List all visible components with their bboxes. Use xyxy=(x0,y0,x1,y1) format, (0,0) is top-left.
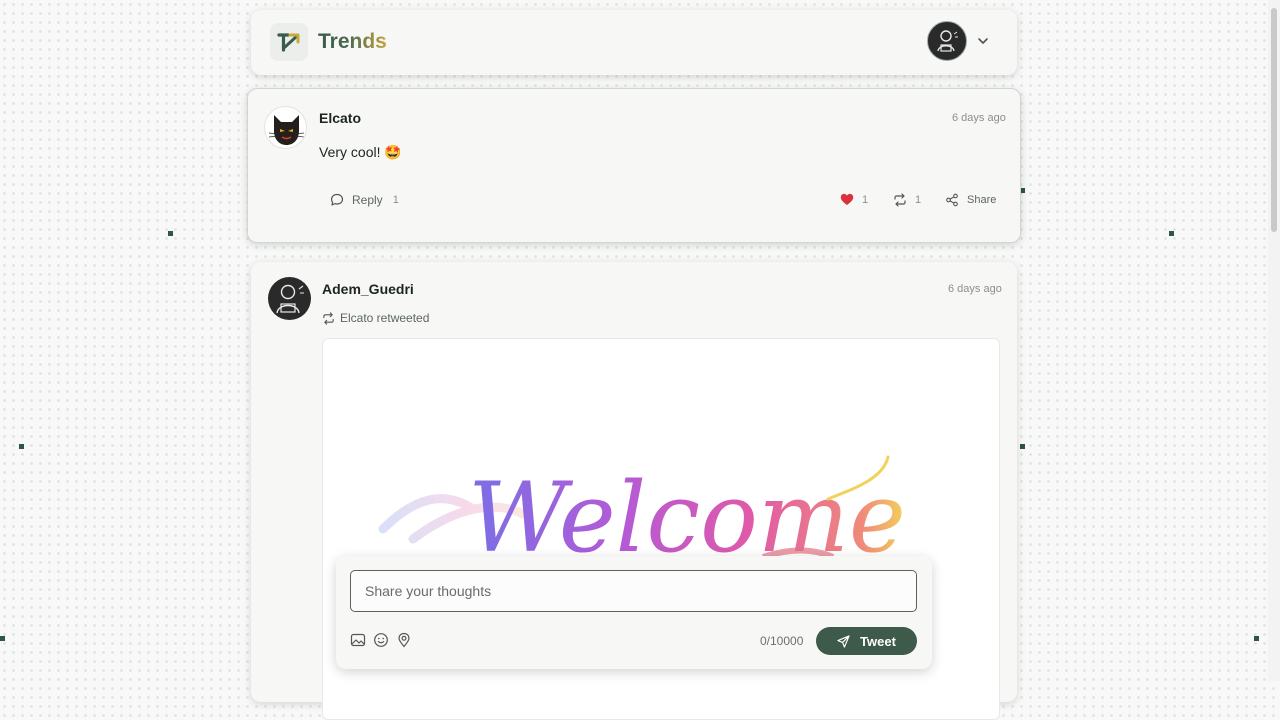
cat-avatar-icon[interactable] xyxy=(264,106,307,149)
post-username[interactable]: Adem_Guedri xyxy=(322,281,414,297)
post-timestamp: 6 days ago xyxy=(948,283,1002,295)
app-header: Trends xyxy=(251,10,1017,75)
character-counter: 0/10000 xyxy=(760,634,804,648)
reply-label: Reply xyxy=(352,193,383,207)
reply-button[interactable]: Reply 1 xyxy=(330,193,399,207)
share-icon xyxy=(946,193,958,207)
tweet-button-label: Tweet xyxy=(860,633,896,649)
retweeted-by-note[interactable]: Elcato retweeted xyxy=(322,311,429,325)
like-button[interactable]: 1 xyxy=(840,193,868,206)
decor-square xyxy=(168,231,173,236)
decor-square xyxy=(1254,636,1259,641)
decor-square xyxy=(0,636,5,641)
location-pin-icon[interactable] xyxy=(396,632,412,648)
reply-timestamp: 6 days ago xyxy=(952,112,1006,124)
page-scrollbar[interactable] xyxy=(1268,0,1280,681)
like-count: 1 xyxy=(862,193,869,206)
scrollbar-thumb[interactable] xyxy=(1271,8,1277,232)
emoji-icon[interactable] xyxy=(373,632,389,648)
decor-square xyxy=(19,444,24,449)
retweet-icon xyxy=(894,193,906,207)
trend-arrow-icon[interactable] xyxy=(270,23,308,61)
brand-title[interactable]: Trends xyxy=(318,30,387,54)
thoughts-input[interactable] xyxy=(350,570,917,612)
user-avatar-icon[interactable] xyxy=(927,21,967,61)
retweet-icon xyxy=(323,311,334,325)
user-avatar-icon[interactable] xyxy=(268,277,311,320)
reply-username[interactable]: Elcato xyxy=(319,110,361,126)
tweet-button[interactable]: Tweet xyxy=(816,627,917,655)
send-icon xyxy=(837,634,850,648)
share-button[interactable]: Share xyxy=(945,193,996,207)
reply-count: 1 xyxy=(392,194,399,206)
retweet-count: 1 xyxy=(915,194,922,206)
comment-icon xyxy=(330,193,344,206)
retweet-button[interactable]: 1 xyxy=(893,193,921,207)
reply-text: Very cool! 🤩 xyxy=(319,144,402,160)
decor-square xyxy=(1020,444,1025,449)
retweet-note-text: Elcato retweeted xyxy=(340,311,430,325)
image-icon[interactable] xyxy=(350,632,366,648)
share-label: Share xyxy=(967,194,997,206)
heart-icon xyxy=(840,193,854,205)
chevron-down-icon[interactable] xyxy=(976,34,990,48)
reply-card: Elcato 6 days ago Very cool! 🤩 Reply 1 1… xyxy=(247,88,1021,243)
tweet-composer: 0/10000 Tweet xyxy=(336,556,932,669)
decor-square xyxy=(1169,231,1174,236)
